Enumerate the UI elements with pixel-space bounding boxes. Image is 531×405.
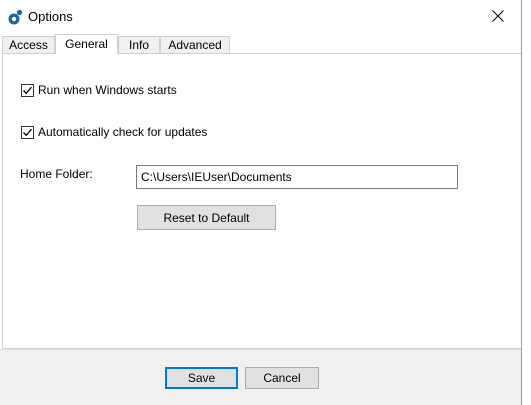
tab-info[interactable]: Info bbox=[118, 36, 160, 53]
title-bar: Options bbox=[0, 0, 521, 33]
auto-update-option[interactable]: Automatically check for updates bbox=[21, 125, 207, 139]
tab-strip: Access General Info Advanced bbox=[2, 34, 521, 54]
close-button[interactable] bbox=[475, 0, 521, 32]
close-icon bbox=[492, 10, 504, 22]
auto-update-checkbox[interactable] bbox=[21, 125, 34, 139]
dialog-footer: Save Cancel bbox=[0, 349, 521, 405]
app-logo-icon bbox=[6, 8, 24, 26]
tab-access[interactable]: Access bbox=[2, 36, 55, 53]
run-on-startup-label: Run when Windows starts bbox=[38, 83, 177, 97]
save-button[interactable]: Save bbox=[165, 367, 238, 389]
run-on-startup-checkbox[interactable] bbox=[21, 83, 34, 97]
home-folder-label: Home Folder: bbox=[20, 167, 93, 181]
run-on-startup-option[interactable]: Run when Windows starts bbox=[21, 83, 177, 97]
checkmark-icon bbox=[23, 86, 32, 94]
auto-update-label: Automatically check for updates bbox=[38, 125, 208, 139]
reset-to-default-button[interactable]: Reset to Default bbox=[137, 205, 276, 230]
window-title: Options bbox=[28, 9, 73, 24]
tab-advanced[interactable]: Advanced bbox=[160, 36, 230, 53]
checkmark-icon bbox=[23, 128, 32, 136]
home-folder-input[interactable] bbox=[136, 165, 458, 189]
options-dialog: Options Access General Info Advanced Run… bbox=[0, 0, 522, 405]
tab-general[interactable]: General bbox=[55, 34, 118, 54]
general-tab-panel: Run when Windows starts Automatically ch… bbox=[2, 53, 521, 349]
cancel-button[interactable]: Cancel bbox=[245, 367, 319, 389]
